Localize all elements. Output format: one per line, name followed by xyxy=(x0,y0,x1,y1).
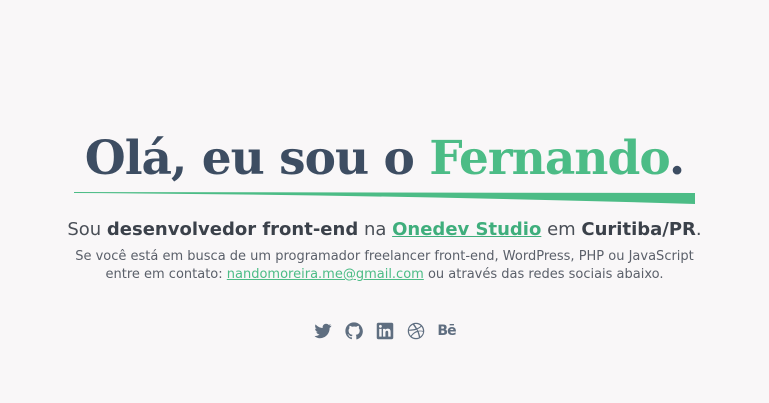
twitter-icon xyxy=(313,323,331,338)
dribbble-icon xyxy=(407,322,424,339)
contact-text: Se você está em busca de um programador … xyxy=(0,248,769,284)
email-link[interactable]: nandomoreira.me@gmail.com xyxy=(227,267,424,282)
lead-middle: na xyxy=(358,219,393,240)
company-link[interactable]: Onedev Studio xyxy=(392,219,541,240)
lead-suffix: . xyxy=(695,219,702,240)
hero-underline xyxy=(74,192,695,204)
behance-icon: Bē xyxy=(437,322,456,339)
github-icon xyxy=(344,321,363,339)
contact-line-1: Se você está em busca de um programador … xyxy=(75,249,694,264)
lead-prefix: Sou xyxy=(67,219,107,240)
contact-line-2: entre em contato: nandomoreira.me@gmail.… xyxy=(0,266,769,284)
social-links: Bē xyxy=(0,321,769,340)
twitter-link[interactable] xyxy=(313,321,332,340)
contact-line-2-prefix: entre em contato: xyxy=(105,267,227,282)
behance-link[interactable]: Bē xyxy=(437,321,456,340)
lead-text: Sou desenvolvedor front-end na Onedev St… xyxy=(0,217,769,243)
lead-location: Curitiba/PR xyxy=(581,219,696,240)
page: Olá, eu sou o Fernando. Sou desenvolvedo… xyxy=(0,0,769,403)
dribbble-link[interactable] xyxy=(406,321,425,340)
linkedin-link[interactable] xyxy=(375,321,394,340)
contact-line-2-suffix: ou através das redes sociais abaixo. xyxy=(423,267,664,282)
github-link[interactable] xyxy=(344,321,363,340)
lead-location-prefix: em xyxy=(541,219,582,240)
lead-role: desenvolvedor front-end xyxy=(106,219,359,240)
linkedin-icon xyxy=(376,322,393,339)
